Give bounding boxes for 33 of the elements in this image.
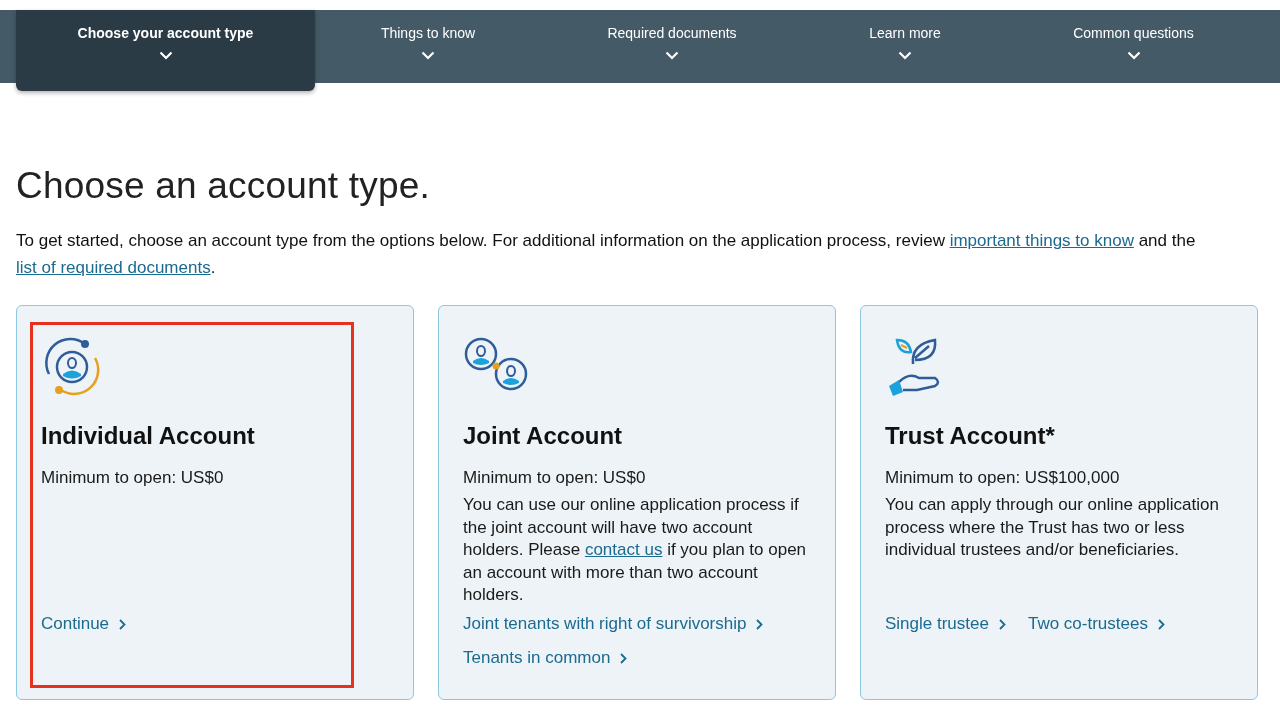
option-link[interactable]: Two co-trustees bbox=[1027, 614, 1165, 634]
card-title: Individual Account bbox=[41, 422, 256, 450]
chevron-down-icon bbox=[158, 51, 173, 60]
minimum-text: Minimum to open: US$100,000 bbox=[885, 468, 1121, 488]
chevron-right-icon bbox=[756, 618, 764, 630]
card-description: You can use our online application process if the joint account will have two account holders. Please contact us if you plan to open an account with more than two account holders. bbox=[463, 494, 808, 606]
chevron-right-icon bbox=[119, 618, 127, 630]
minimum-text: Minimum to open: US$0 bbox=[41, 468, 225, 488]
option-link[interactable]: Joint tenants with right of survivorship bbox=[463, 614, 764, 634]
option-link[interactable]: Continue bbox=[41, 614, 127, 634]
nav-tab[interactable]: Required documents bbox=[541, 10, 803, 83]
documents-link[interactable]: list of required documents bbox=[16, 258, 211, 277]
option-link[interactable]: Single trustee bbox=[885, 614, 1006, 634]
chevron-down-icon bbox=[665, 51, 679, 60]
chevron-down-icon bbox=[421, 51, 435, 60]
card-description: You can apply through our online application process where the Trust has two or less individual trustees and/or beneficiaries. bbox=[885, 494, 1220, 561]
things-to-know-link[interactable]: important things to know bbox=[949, 231, 1134, 250]
chevron-down-icon bbox=[898, 51, 912, 60]
option-link[interactable]: Tenants in common bbox=[463, 648, 628, 668]
nav-tab[interactable]: Learn more bbox=[803, 10, 1007, 83]
chevron-right-icon bbox=[1157, 618, 1165, 630]
minimum-text: Minimum to open: US$0 bbox=[463, 468, 647, 488]
card-title: Trust Account* bbox=[885, 422, 1056, 450]
card-title: Joint Account bbox=[463, 422, 624, 450]
chevron-right-icon bbox=[998, 618, 1006, 630]
nav-tab[interactable]: Choose your account type bbox=[16, 10, 315, 91]
chevron-down-icon bbox=[1126, 51, 1141, 60]
chevron-right-icon bbox=[620, 652, 628, 664]
nav-tab[interactable]: Things to know bbox=[315, 10, 541, 83]
nav-tab[interactable]: Common questions bbox=[1007, 10, 1260, 83]
page-heading: Choose an account type. bbox=[16, 165, 431, 207]
intro-paragraph: To get started, choose an account type from the options below. For additional information on the application process, review important things to know and the list of required documents. bbox=[16, 230, 1197, 279]
contact-link[interactable]: contact us bbox=[584, 540, 663, 559]
